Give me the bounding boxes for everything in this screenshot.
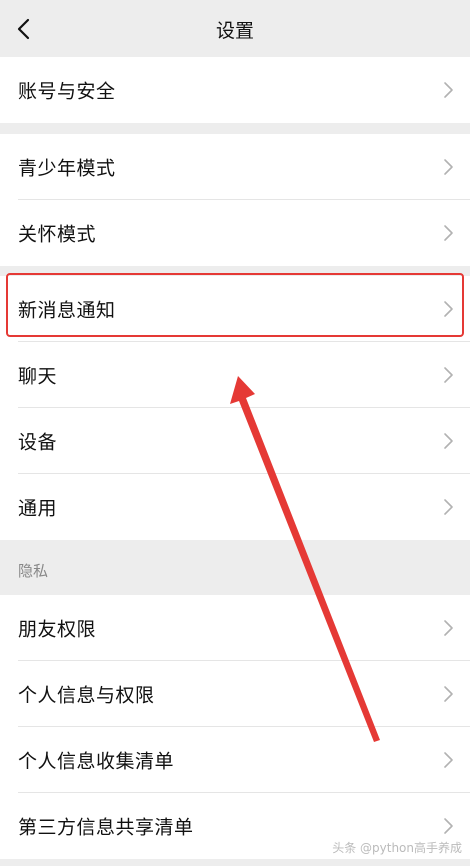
settings-item-label: 第三方信息共享清单 <box>18 816 194 839</box>
settings-group-privacy: 朋友权限 个人信息与权限 个人信息收集清单 第三方信息共享清单 <box>0 595 470 859</box>
settings-group-modes: 青少年模式 关怀模式 <box>0 134 470 266</box>
settings-item-account-security[interactable]: 账号与安全 <box>0 57 470 123</box>
settings-item-personal-info-collection-list[interactable]: 个人信息收集清单 <box>0 727 470 793</box>
chevron-right-icon <box>444 752 453 768</box>
settings-group-account: 账号与安全 <box>0 57 470 123</box>
chevron-right-icon <box>444 225 453 241</box>
chevron-right-icon <box>444 367 453 383</box>
chevron-right-icon <box>444 433 453 449</box>
settings-item-label: 账号与安全 <box>18 80 116 103</box>
section-header-label: 隐私 <box>18 562 49 580</box>
settings-item-label: 聊天 <box>18 365 58 388</box>
settings-item-youth-mode[interactable]: 青少年模式 <box>0 134 470 200</box>
annotation-highlight-box <box>6 273 464 337</box>
settings-item-friend-permissions[interactable]: 朋友权限 <box>0 595 470 661</box>
settings-item-label: 朋友权限 <box>18 618 97 641</box>
settings-item-chat[interactable]: 聊天 <box>0 342 470 408</box>
settings-item-label: 个人信息收集清单 <box>18 750 175 773</box>
settings-item-general[interactable]: 通用 <box>0 474 470 540</box>
chevron-right-icon <box>444 82 453 98</box>
page-title: 设置 <box>215 20 254 42</box>
watermark-text: 头条 @python高手养成 <box>332 841 462 855</box>
settings-item-care-mode[interactable]: 关怀模式 <box>0 200 470 266</box>
section-header-privacy: 隐私 <box>0 545 470 595</box>
settings-item-label: 关怀模式 <box>18 223 97 246</box>
settings-item-label: 个人信息与权限 <box>18 684 155 707</box>
settings-item-label: 通用 <box>18 497 58 520</box>
chevron-right-icon <box>444 818 453 834</box>
chevron-right-icon <box>444 686 453 702</box>
settings-item-personal-info-permissions[interactable]: 个人信息与权限 <box>0 661 470 727</box>
settings-item-devices[interactable]: 设备 <box>0 408 470 474</box>
top-bar: 设置 <box>0 0 470 57</box>
chevron-right-icon <box>444 620 453 636</box>
settings-item-label: 青少年模式 <box>18 157 116 180</box>
chevron-right-icon <box>444 159 453 175</box>
chevron-right-icon <box>444 499 453 515</box>
settings-item-label: 设备 <box>18 431 58 454</box>
